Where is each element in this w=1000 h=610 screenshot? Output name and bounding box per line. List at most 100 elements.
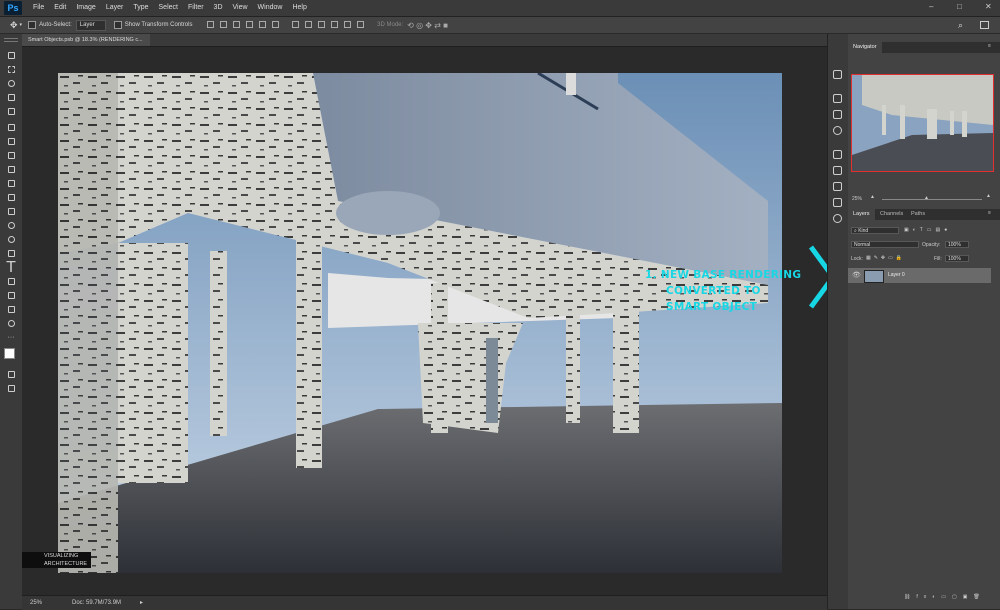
contrast-panel-icon[interactable] — [833, 214, 842, 223]
layers-menu-icon[interactable]: ≡ — [988, 210, 991, 216]
tab-channels[interactable]: Channels — [875, 209, 908, 220]
auto-select-dropdown[interactable]: Layer — [75, 19, 106, 31]
tab-paths[interactable]: Paths — [906, 209, 930, 220]
eraser-icon[interactable] — [6, 193, 16, 202]
filter-kind-select[interactable]: ⌕ Kind — [851, 227, 899, 234]
move-icon[interactable] — [6, 51, 16, 60]
photoshop-logo: Ps — [4, 1, 22, 15]
rectangle-icon[interactable] — [6, 291, 16, 300]
3d-mode-label: 3D Mode: — [377, 22, 404, 28]
menu-select[interactable]: Select — [154, 0, 183, 16]
menu-layer[interactable]: Layer — [101, 0, 129, 16]
zoom-out-icon[interactable]: ▲ — [870, 194, 875, 200]
path-select-icon[interactable] — [6, 277, 16, 286]
swatches-panel-icon[interactable] — [833, 110, 842, 119]
distribute-vcenter-icon[interactable] — [305, 20, 313, 28]
align-right-icon[interactable] — [272, 20, 280, 28]
properties-panel-icon[interactable] — [833, 166, 842, 175]
blend-mode-select[interactable]: Normal — [851, 241, 919, 248]
styles-panel-icon[interactable] — [833, 182, 842, 191]
menu-image[interactable]: Image — [71, 0, 100, 16]
dodge-icon[interactable] — [6, 235, 16, 244]
libraries-panel-icon[interactable] — [833, 150, 842, 159]
marquee-icon[interactable] — [6, 65, 16, 74]
canvas-area[interactable]: 1. NEW BASE RENDERING CONVERTED TO SMART… — [22, 47, 827, 595]
zoom-icon[interactable] — [6, 319, 16, 328]
toolbar-grip[interactable] — [4, 38, 18, 42]
zoom-slider[interactable] — [882, 199, 982, 200]
gradient-icon[interactable] — [6, 207, 16, 216]
menu-help[interactable]: Help — [287, 0, 311, 16]
pen-icon[interactable] — [6, 249, 16, 258]
grid-panel-icon[interactable] — [833, 198, 842, 207]
history-brush-icon[interactable] — [6, 179, 16, 188]
transform-controls-label: Show Transform Controls — [124, 22, 193, 28]
chevron-down-icon[interactable]: ▾ — [20, 22, 23, 28]
minimize-icon[interactable]: – — [929, 2, 933, 11]
history-panel-icon[interactable] — [833, 70, 842, 79]
fill-input[interactable]: 100% — [945, 255, 969, 262]
foreground-color-swatch[interactable] — [4, 348, 15, 359]
layer-row[interactable]: 👁 Layer 0 — [848, 268, 991, 283]
zoom-slider-thumb[interactable]: ▲ — [924, 195, 929, 201]
tab-layers[interactable]: Layers — [848, 209, 875, 220]
align-top-icon[interactable] — [207, 20, 215, 28]
menu-edit[interactable]: Edit — [49, 0, 71, 16]
distribute-top-icon[interactable] — [292, 20, 300, 28]
3d-orbit-icons[interactable]: ⟲ ◎ ✥ ⇄ ■ — [407, 21, 448, 30]
search-icon[interactable]: ⌕ — [958, 20, 963, 31]
menu-3d[interactable]: 3D — [209, 0, 228, 16]
stamp-icon[interactable] — [6, 165, 16, 174]
zoom-in-icon[interactable]: ▲ — [986, 193, 991, 199]
layer-thumbnail — [864, 270, 884, 283]
menu-filter[interactable]: Filter — [183, 0, 209, 16]
quick-select-icon[interactable] — [6, 93, 16, 102]
navigator-zoom[interactable]: 25% — [852, 196, 862, 202]
move-tool-icon[interactable]: ✥ — [10, 20, 18, 31]
brush-icon[interactable] — [6, 151, 16, 160]
lock-icons[interactable]: ▦✎✥▭🔒 — [866, 255, 905, 261]
quickmask-icon[interactable] — [6, 370, 16, 379]
restore-icon[interactable]: □ — [957, 2, 962, 11]
distribute-left-icon[interactable] — [331, 20, 339, 28]
menu-type[interactable]: Type — [128, 0, 153, 16]
align-vcenter-icon[interactable] — [220, 20, 228, 28]
eyedropper-icon[interactable] — [6, 123, 16, 132]
distribute-right-icon[interactable] — [357, 20, 365, 28]
panel-menu-icon[interactable]: ≡ — [988, 43, 991, 49]
layers-bottom-icons[interactable]: ⛓fx◐▭▢▣🗑 — [904, 594, 986, 600]
type-icon[interactable]: T — [6, 259, 16, 276]
menu-window[interactable]: Window — [253, 0, 288, 16]
color-panel-icon[interactable] — [833, 94, 842, 103]
hand-icon[interactable] — [6, 305, 16, 314]
opacity-input[interactable]: 100% — [945, 241, 969, 248]
watermark-line-1: VISUALIZING — [44, 553, 79, 559]
crop-icon[interactable] — [6, 107, 16, 116]
lasso-icon[interactable] — [6, 79, 16, 88]
workspace-icon[interactable] — [980, 21, 989, 29]
menu-file[interactable]: File — [28, 0, 49, 16]
auto-select-checkbox[interactable] — [28, 21, 37, 29]
transform-controls-checkbox[interactable] — [113, 21, 122, 29]
adjustments-panel-icon[interactable] — [833, 126, 842, 135]
align-bottom-icon[interactable] — [233, 20, 241, 28]
blur-icon[interactable] — [6, 221, 16, 230]
align-left-icon[interactable] — [246, 20, 254, 28]
align-hcenter-icon[interactable] — [259, 20, 267, 28]
status-arrow-icon[interactable]: ▸ — [140, 599, 143, 606]
distribute-bottom-icon[interactable] — [318, 20, 326, 28]
menu-view[interactable]: View — [228, 0, 253, 16]
document-tab[interactable]: Smart Objects.psb @ 18.3% (RENDERING c..… — [22, 34, 150, 46]
filter-icons[interactable]: ▣◐T▭▤● — [904, 227, 951, 233]
layer-name[interactable]: Layer 0 — [888, 272, 905, 278]
eye-icon[interactable]: 👁 — [852, 271, 861, 279]
screen-mode-icon[interactable] — [6, 384, 16, 393]
zoom-level[interactable]: 25% — [30, 600, 42, 606]
tab-navigator[interactable]: Navigator — [848, 42, 882, 53]
more-icon[interactable]: ··· — [6, 333, 16, 342]
close-icon[interactable]: ✕ — [985, 2, 992, 11]
healing-icon[interactable] — [6, 137, 16, 146]
doc-size[interactable]: Doc: 59.7M/73.9M — [72, 600, 121, 606]
navigator-thumbnail[interactable] — [851, 74, 994, 172]
distribute-hcenter-icon[interactable] — [344, 20, 352, 28]
